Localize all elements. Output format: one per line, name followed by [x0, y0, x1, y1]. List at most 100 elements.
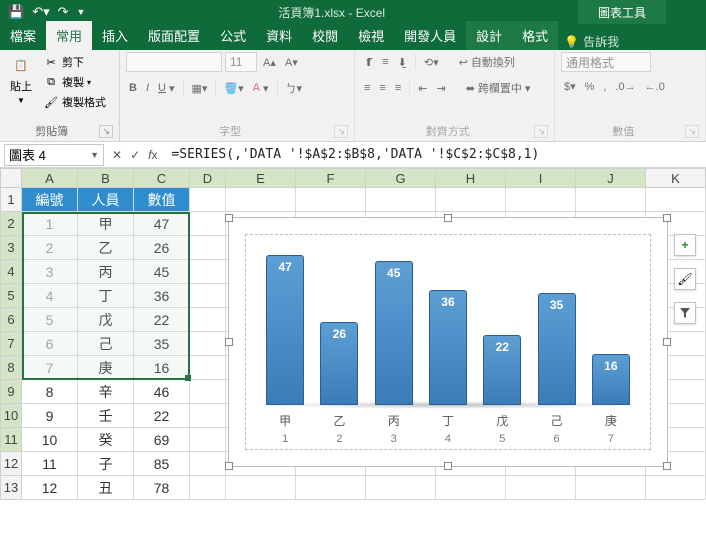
- plot-area[interactable]: 47264536223516 甲乙丙丁戊己庚 1234567: [245, 234, 651, 450]
- cell-id[interactable]: 1: [22, 212, 78, 236]
- copy-button[interactable]: ⧉複製▾: [40, 72, 94, 92]
- wrap-text-button[interactable]: ↩ 自動換列: [456, 52, 518, 72]
- cell-id[interactable]: 5: [22, 308, 78, 332]
- cell-val[interactable]: 36: [134, 284, 190, 308]
- col-header-E[interactable]: E: [226, 168, 296, 188]
- row-header-5[interactable]: 5: [0, 284, 22, 308]
- chart-bars[interactable]: 47264536223516: [258, 243, 638, 405]
- cell-val[interactable]: 45: [134, 260, 190, 284]
- tell-me[interactable]: 💡告訴我: [564, 33, 619, 50]
- cancel-icon[interactable]: ✕: [112, 148, 122, 162]
- underline-button[interactable]: U▾: [155, 78, 177, 98]
- col-header-B[interactable]: B: [78, 168, 134, 188]
- chart-bar[interactable]: 45: [375, 261, 413, 405]
- fill-color-button[interactable]: 🪣▾: [221, 78, 246, 98]
- launcher-icon[interactable]: ↘: [334, 125, 348, 138]
- cell-name[interactable]: 子: [78, 452, 134, 476]
- bold-button[interactable]: B: [126, 78, 140, 98]
- resize-handle[interactable]: [225, 462, 233, 470]
- cell-name[interactable]: 壬: [78, 404, 134, 428]
- grow-font-button[interactable]: A▴: [260, 52, 279, 72]
- cell-name[interactable]: 甲: [78, 212, 134, 236]
- cut-button[interactable]: ✂剪下: [40, 52, 87, 72]
- chart-bar[interactable]: 47: [266, 255, 304, 405]
- chart-bar[interactable]: 26: [320, 322, 358, 405]
- border-button[interactable]: ▦▾: [189, 78, 211, 98]
- chart-bar[interactable]: 35: [538, 293, 576, 405]
- percent-button[interactable]: %: [582, 78, 598, 95]
- comma-button[interactable]: ,: [600, 78, 609, 95]
- col-header-H[interactable]: H: [436, 168, 506, 188]
- cell-id[interactable]: 3: [22, 260, 78, 284]
- row-header-11[interactable]: 11: [0, 428, 22, 452]
- select-all-corner[interactable]: [0, 168, 22, 188]
- chart-elements-button[interactable]: +: [674, 234, 696, 256]
- cell-id[interactable]: 8: [22, 380, 78, 404]
- dec-decimal-button[interactable]: ←.0: [642, 78, 668, 95]
- cell-name[interactable]: 戊: [78, 308, 134, 332]
- align-middle-button[interactable]: ≡: [379, 52, 391, 72]
- enter-icon[interactable]: ✓: [130, 148, 140, 162]
- cell-id[interactable]: 6: [22, 332, 78, 356]
- col-header-A[interactable]: A: [22, 168, 78, 188]
- cell-val[interactable]: 85: [134, 452, 190, 476]
- row-header-4[interactable]: 4: [0, 260, 22, 284]
- tab-data[interactable]: 資料: [256, 21, 302, 50]
- font-color-button[interactable]: A▾: [250, 78, 272, 98]
- cell-name[interactable]: 庚: [78, 356, 134, 380]
- cell-id[interactable]: 12: [22, 476, 78, 500]
- paste-button[interactable]: 📋 貼上 ▼: [6, 52, 36, 107]
- col-header-G[interactable]: G: [366, 168, 436, 188]
- resize-handle[interactable]: [663, 462, 671, 470]
- resize-handle[interactable]: [663, 214, 671, 222]
- col-header-D[interactable]: D: [190, 168, 226, 188]
- tab-formulas[interactable]: 公式: [210, 21, 256, 50]
- phonetic-button[interactable]: ㄅ▾: [283, 78, 306, 98]
- cell-val[interactable]: 47: [134, 212, 190, 236]
- cell-name[interactable]: 辛: [78, 380, 134, 404]
- cell-id[interactable]: 2: [22, 236, 78, 260]
- row-header-7[interactable]: 7: [0, 332, 22, 356]
- tab-layout[interactable]: 版面配置: [138, 21, 210, 50]
- row-header-6[interactable]: 6: [0, 308, 22, 332]
- orientation-button[interactable]: ⟲▾: [421, 52, 442, 72]
- col-header-F[interactable]: F: [296, 168, 366, 188]
- chart-styles-button[interactable]: 🖌: [674, 268, 696, 290]
- row-header-3[interactable]: 3: [0, 236, 22, 260]
- resize-handle[interactable]: [663, 338, 671, 346]
- cell-name[interactable]: 丙: [78, 260, 134, 284]
- tab-home[interactable]: 常用: [46, 21, 92, 50]
- cell-val[interactable]: 35: [134, 332, 190, 356]
- format-painter-button[interactable]: 🖌複製格式: [40, 92, 109, 112]
- fx-icon[interactable]: fx: [148, 148, 157, 162]
- col-header-K[interactable]: K: [646, 168, 706, 188]
- align-top-button[interactable]: ⬆̄: [361, 52, 376, 72]
- save-icon[interactable]: 💾: [8, 4, 24, 20]
- cell-id[interactable]: 9: [22, 404, 78, 428]
- resize-handle[interactable]: [444, 462, 452, 470]
- cell-id[interactable]: 7: [22, 356, 78, 380]
- cell-id[interactable]: 10: [22, 428, 78, 452]
- cell-val[interactable]: 16: [134, 356, 190, 380]
- launcher-icon[interactable]: ↘: [99, 125, 113, 138]
- font-family-select[interactable]: [126, 52, 222, 72]
- row-header-13[interactable]: 13: [0, 476, 22, 500]
- formula-input[interactable]: =SERIES(,'DATA '!$A$2:$B$8,'DATA '!$C$2:…: [165, 147, 706, 162]
- tab-file[interactable]: 檔案: [0, 21, 46, 50]
- redo-icon[interactable]: ↷: [58, 4, 69, 20]
- resize-handle[interactable]: [225, 214, 233, 222]
- inc-decimal-button[interactable]: .0→: [612, 78, 638, 95]
- cell-val[interactable]: 46: [134, 380, 190, 404]
- chart-filters-button[interactable]: [674, 302, 696, 324]
- font-size-select[interactable]: 11: [225, 52, 257, 72]
- align-right-button[interactable]: ≡: [392, 78, 404, 98]
- merge-center-button[interactable]: ⬌ 跨欄置中▾: [463, 78, 534, 98]
- cell-name[interactable]: 丁: [78, 284, 134, 308]
- tab-design[interactable]: 設計: [466, 21, 512, 50]
- tab-review[interactable]: 校閱: [302, 21, 348, 50]
- qat-customize-icon[interactable]: ▼: [77, 7, 86, 17]
- shrink-font-button[interactable]: A▾: [282, 52, 301, 72]
- chart-bar[interactable]: 22: [483, 335, 521, 405]
- cell-name[interactable]: 乙: [78, 236, 134, 260]
- align-center-button[interactable]: ≡: [376, 78, 388, 98]
